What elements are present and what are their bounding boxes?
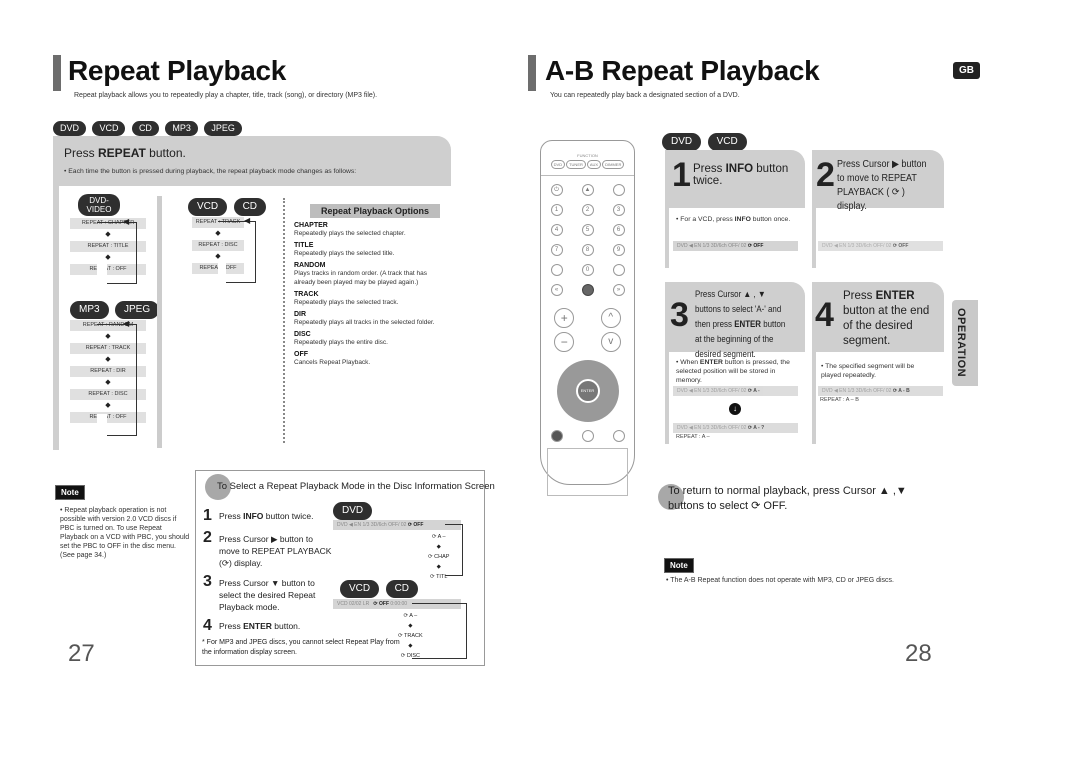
info-step: 3 Press Cursor ▼ button to select the des… — [203, 573, 316, 612]
option-item: TRACK Repeatedly plays the selected track… — [294, 291, 399, 306]
step-bullet: • Each time the button is pressed during… — [64, 168, 357, 175]
step-number: 4 — [815, 296, 834, 334]
step-3-bullet: • When ENTER button is pressed, the sele… — [676, 359, 790, 384]
page-title: Repeat Playback — [68, 55, 287, 86]
tuning-up-icon: ^ — [600, 308, 621, 328]
step-number: 1 — [672, 156, 691, 194]
disc-badge: MP3 — [165, 121, 198, 136]
volume-minus-icon: − — [554, 332, 575, 352]
option-item: TITLE Repeatedly plays the selected title… — [294, 242, 395, 257]
vcd-cd-badges: VCD CD — [188, 196, 268, 216]
option-item: DIR Repeatedly plays all tracks in the se… — [294, 311, 435, 326]
page-subtitle: You can repeatedly play back a designate… — [550, 92, 740, 99]
mp3-jpeg-badges: MP3 JPEG — [70, 299, 161, 319]
dvd-info-bar: DVD ◀ EN 1/3 3D/6ch OFF/ 02 ⟳ OFF — [333, 520, 461, 530]
title-accent-bar — [53, 55, 61, 91]
disc-badge: JPEG — [115, 301, 160, 319]
note-label: Note — [55, 482, 85, 500]
sleep-button — [612, 184, 625, 196]
step-title: Press REPEAT button. — [64, 146, 186, 160]
tuning-down-icon: v — [600, 332, 621, 352]
disc-badges: DVD VCD CD MP3 JPEG — [53, 118, 244, 136]
disc-badge: VCD — [188, 198, 228, 216]
navigation-pad: ENTER — [556, 360, 619, 422]
remote-keypad: ⏻ ▲ 123 456 789 0 «» — [541, 184, 634, 296]
step-3-text: Press Cursor ▲ , ▼ buttons to select 'A-… — [695, 289, 786, 359]
step-4-text: Press ENTER button at the end of the des… — [843, 290, 930, 347]
step-number: 3 — [670, 296, 689, 334]
column-divider — [157, 196, 162, 448]
info-footnote: * For MP3 and JPEG discs, you cannot sel… — [202, 639, 400, 656]
info-button-highlight — [550, 430, 563, 442]
remote-dvd-button: DVD — [550, 160, 566, 169]
forward-icon: » — [612, 284, 625, 296]
option-item: RANDOM Plays tracks in random order. (A t… — [294, 262, 427, 286]
dvd-badge: DVD — [333, 502, 373, 520]
page-number: 28 — [905, 640, 932, 667]
step-3-info-bar: DVD ◀ EN 1/3 3D/6ch OFF/ 02 ⟳ A - — [673, 386, 798, 396]
rewind-icon: « — [550, 284, 563, 296]
page-title: A-B Repeat Playback — [545, 55, 820, 86]
sound-button — [612, 430, 625, 442]
remote-aux-button: AUX — [586, 160, 602, 169]
step-4-info-bar: DVD ◀ EN 1/3 3D/6ch OFF/ 02 ⟳ A - B — [818, 386, 943, 396]
disc-badge: MP3 — [70, 301, 109, 319]
repeat-caption: REPEAT : A – B — [820, 397, 859, 403]
option-item: DISC Repeatedly plays the entire disc. — [294, 331, 388, 346]
repeat-button-highlight — [581, 284, 594, 296]
remote-dimmer-button: DIMMER — [602, 160, 625, 169]
step-1-bullet: • For a VCD, press INFO button once. — [676, 216, 791, 223]
volume-plus-icon: + — [554, 308, 575, 328]
note-text: • Repeat playback operation is not possi… — [60, 507, 190, 559]
note-text: • The A-B Repeat function does not opera… — [666, 577, 894, 584]
loop-arrow-line — [445, 524, 463, 576]
vcd-cd-badges-info: VCD CD — [340, 578, 420, 598]
step-3-info-bar-2: DVD ◀ EN 1/3 3D/6ch OFF/ 02 ⟳ A - ? — [673, 423, 798, 433]
panel-left-border — [53, 186, 59, 450]
option-item: CHAPTER Repeatedly plays the selected cha… — [294, 222, 406, 237]
disc-badge: JPEG — [204, 121, 242, 136]
page-subtitle: Repeat playback allows you to repeatedly… — [74, 92, 378, 99]
step-4-bullet: • The specified segment will be played r… — [821, 363, 915, 379]
repeat-caption: REPEAT : A – — [676, 434, 710, 440]
disc-badge: CD — [233, 198, 267, 216]
step-1-info-bar: DVD ◀ EN 1/3 3D/6ch OFF/ 02 ⟳ OFF — [673, 241, 798, 251]
disc-badge: CD — [131, 121, 159, 136]
return-instruction: To return to normal playback, press Curs… — [668, 485, 907, 512]
loop-arrow-head-icon: ◀ — [244, 216, 251, 225]
step-1-text: Press INFO button twice. — [693, 163, 789, 187]
step-2-info-bar: DVD ◀ EN 1/3 3D/6ch OFF/ 02 ⟳ OFF — [818, 241, 943, 251]
disc-badge: DVD — [53, 121, 87, 136]
enter-button: ENTER — [575, 379, 600, 403]
language-badge: GB — [953, 62, 980, 79]
option-item: OFF Cancels Repeat Playback. — [294, 351, 371, 366]
remote-tuner-button: TUNER — [566, 160, 586, 169]
loop-arrow-head-icon: ◀ — [123, 217, 130, 226]
remote-control-illustration: FUNCTION DVD TUNER AUX DIMMER ⏻ ▲ 123 456… — [540, 140, 635, 496]
title-accent-bar — [528, 55, 536, 91]
info-step: 1 Press INFO button twice. — [203, 507, 314, 524]
note-label: Note — [664, 555, 694, 573]
step-2-text: Press Cursor ▶ button to move to REPEAT … — [837, 159, 927, 212]
disc-badge: VCD — [92, 121, 126, 136]
disc-badges-right: DVD VCD — [662, 131, 749, 151]
options-heading: Repeat Playback Options — [310, 204, 440, 218]
step-number: 2 — [816, 156, 835, 194]
info-step: 2 Press Cursor ▶ button to move to REPEAT… — [203, 529, 332, 568]
audio-button — [581, 430, 594, 442]
eject-icon: ▲ — [581, 184, 594, 196]
dotted-divider — [283, 198, 286, 443]
loop-arrow-head-icon: ◀ — [123, 319, 130, 328]
arrow-down-icon: ↓ — [729, 403, 741, 415]
step-panel — [53, 136, 451, 186]
loop-arrow-line — [412, 603, 467, 659]
info-screen-heading: To Select a Repeat Playback Mode in the … — [217, 481, 495, 492]
power-icon: ⏻ — [550, 184, 563, 196]
dvd-video-badge: DVD-VIDEO — [78, 194, 120, 216]
page-number: 27 — [68, 640, 95, 667]
remote-function-keys — [547, 448, 628, 496]
operation-side-tab: OPERATION — [952, 300, 978, 386]
info-step: 4 Press ENTER button. — [203, 617, 301, 634]
